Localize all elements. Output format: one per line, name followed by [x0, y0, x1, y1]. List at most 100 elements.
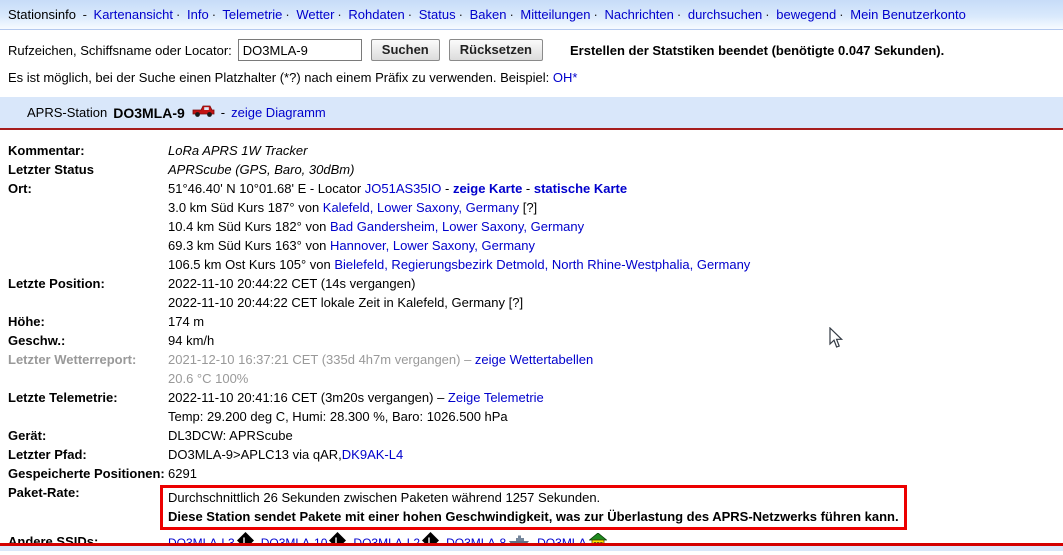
show-graphs-link[interactable]: zeige Diagramm: [231, 105, 326, 120]
nav-dot: ·: [506, 7, 516, 22]
distance-suffix: [?]: [519, 200, 537, 215]
paket-rate-label: Paket-Rate:: [8, 483, 168, 532]
telemetrie-values: Temp: 29.200 deg C, Humi: 28.300 %, Baro…: [168, 407, 1063, 426]
ort-coords: 51°46.40' N 10°01.68' E - Locator: [168, 181, 365, 196]
nav-dot: ·: [405, 7, 415, 22]
nav-dot: ·: [762, 7, 772, 22]
letzte-position-label: Letzte Position:: [8, 274, 168, 312]
ort-distance-line: 69.3 km Süd Kurs 163° von Hannover, Lowe…: [168, 236, 1063, 255]
ort-distance-line: 10.4 km Süd Kurs 182° von Bad Gandershei…: [168, 217, 1063, 236]
statistics-status-message: Erstellen der Statstiken beendet (benöti…: [570, 43, 944, 58]
nav-dot: ·: [456, 7, 466, 22]
wetterreport-label: Letzter Wetterreport:: [8, 350, 168, 388]
hoehe-value: 174 m: [168, 312, 1063, 331]
wetterreport-time: 2021-12-10 16:37:21 CET (335d 4h7m verga…: [168, 352, 475, 367]
packet-rate-text: Durchschnittlich 26 Sekunden zwischen Pa…: [168, 488, 899, 507]
nav-dot: ·: [282, 7, 292, 22]
search-button[interactable]: Suchen: [371, 39, 440, 61]
detail-row-paket-rate: Paket-Rate: Durchschnittlich 26 Sekunden…: [8, 483, 1063, 532]
wetterreport-values: 20.6 °C 100%: [168, 369, 1063, 388]
nav-item-telemetrie[interactable]: Telemetrie: [222, 7, 282, 22]
red-car-icon: [191, 104, 215, 121]
show-weather-tables-link[interactable]: zeige Wettertabellen: [475, 352, 593, 367]
search-bar: Rufzeichen, Schiffsname oder Locator: Su…: [8, 39, 1063, 61]
nav-item-kartenansicht[interactable]: Kartenansicht: [94, 7, 174, 22]
station-header-dash: -: [221, 105, 225, 120]
place-link-bielefeld[interactable]: Bielefeld, Regierungsbezirk Detmold, Nor…: [334, 257, 750, 272]
nav-item-bewegend[interactable]: bewegend: [776, 7, 836, 22]
nav-dot: ·: [209, 7, 219, 22]
search-hint: Es ist möglich, bei der Suche einen Plat…: [8, 70, 1063, 85]
nav-dot: ·: [674, 7, 684, 22]
positionen-value: 6291: [168, 464, 1063, 483]
digipeater-link[interactable]: DK9AK-L4: [342, 447, 403, 462]
search-input[interactable]: [238, 39, 362, 61]
position-local-time: 2022-11-10 20:44:22 CET lokale Zeit in K…: [168, 293, 1063, 312]
nav-item-nachrichten[interactable]: Nachrichten: [605, 7, 674, 22]
nav-item-status[interactable]: Status: [419, 7, 456, 22]
station-callsign: DO3MLA-9: [113, 105, 185, 121]
nav-dot: ·: [173, 7, 183, 22]
nav-item-mitteilungen[interactable]: Mitteilungen: [520, 7, 590, 22]
show-map-link[interactable]: zeige Karte: [453, 181, 522, 196]
detail-row-pfad: Letzter Pfad: DO3MLA-9>APLC13 via qAR,DK…: [8, 445, 1063, 464]
top-nav: Stationsinfo - Kartenansicht· Info· Tele…: [0, 0, 1063, 30]
distance-text: 3.0 km Süd Kurs 187° von: [168, 200, 323, 215]
distance-text: 10.4 km Süd Kurs 182° von: [168, 219, 330, 234]
station-header-prefix: APRS-Station: [27, 105, 107, 120]
nav-item-mein-benutzerkonto[interactable]: Mein Benutzerkonto: [850, 7, 966, 22]
telemetrie-time-line: 2022-11-10 20:41:16 CET (3m20s vergangen…: [168, 388, 1063, 407]
ort-distance-line: 106.5 km Ost Kurs 105° von Bielefeld, Re…: [168, 255, 1063, 274]
station-header-band: APRS-Station DO3MLA-9 - zeige Diagramm: [0, 97, 1063, 130]
detail-row-wetterreport: Letzter Wetterreport: 2021-12-10 16:37:2…: [8, 350, 1063, 388]
show-telemetry-link[interactable]: Zeige Telemetrie: [448, 390, 544, 405]
position-time: 2022-11-10 20:44:22 CET (14s vergangen): [168, 274, 1063, 293]
nav-item-info[interactable]: Info: [187, 7, 209, 22]
nav-current-page: Stationsinfo: [8, 7, 76, 22]
detail-row-telemetrie: Letzte Telemetrie: 2022-11-10 20:41:16 C…: [8, 388, 1063, 426]
place-link-bad-gandersheim[interactable]: Bad Gandersheim, Lower Saxony, Germany: [330, 219, 584, 234]
geschw-label: Geschw.:: [8, 331, 168, 350]
ort-sep2: -: [522, 181, 534, 196]
packet-rate-warning-text: Diese Station sendet Pakete mit einer ho…: [168, 507, 899, 526]
static-map-link[interactable]: statische Karte: [534, 181, 627, 196]
kommentar-value: LoRa APRS 1W Tracker: [168, 141, 1063, 160]
detail-row-geschw: Geschw.: 94 km/h: [8, 331, 1063, 350]
geraet-label: Gerät:: [8, 426, 168, 445]
ort-coords-line: 51°46.40' N 10°01.68' E - Locator JO51AS…: [168, 179, 1063, 198]
geschw-value: 94 km/h: [168, 331, 1063, 350]
ort-sep1: -: [441, 181, 453, 196]
pfad-label: Letzter Pfad:: [8, 445, 168, 464]
nav-dot: ·: [334, 7, 344, 22]
hint-example-link[interactable]: OH*: [553, 70, 578, 85]
nav-dot: ·: [836, 7, 846, 22]
reset-button[interactable]: Rücksetzen: [449, 39, 543, 61]
distance-text: 69.3 km Süd Kurs 163° von: [168, 238, 330, 253]
nav-item-durchsuchen[interactable]: durchsuchen: [688, 7, 762, 22]
hoehe-label: Höhe:: [8, 312, 168, 331]
search-hint-text: Es ist möglich, bei der Suche einen Plat…: [8, 70, 553, 85]
letzter-status-value: APRScube (GPS, Baro, 30dBm): [168, 160, 1063, 179]
detail-row-letzte-position: Letzte Position: 2022-11-10 20:44:22 CET…: [8, 274, 1063, 312]
ort-label: Ort:: [8, 179, 168, 274]
mouse-cursor: [829, 327, 845, 352]
distance-text: 106.5 km Ost Kurs 105° von: [168, 257, 334, 272]
nav-item-baken[interactable]: Baken: [470, 7, 507, 22]
nav-item-rohdaten[interactable]: Rohdaten: [348, 7, 404, 22]
place-link-hannover[interactable]: Hannover, Lower Saxony, Germany: [330, 238, 535, 253]
letzter-status-label: Letzter Status: [8, 160, 168, 179]
telemetrie-time: 2022-11-10 20:41:16 CET (3m20s vergangen…: [168, 390, 448, 405]
locator-link[interactable]: JO51AS35IO: [365, 181, 442, 196]
place-link-kalefeld[interactable]: Kalefeld, Lower Saxony, Germany: [323, 200, 519, 215]
detail-row-positionen: Gespeicherte Positionen: 6291: [8, 464, 1063, 483]
search-label: Rufzeichen, Schiffsname oder Locator:: [8, 43, 232, 58]
station-details: Kommentar: LoRa APRS 1W Tracker Letzter …: [8, 141, 1063, 555]
packet-rate-warning-box: Durchschnittlich 26 Sekunden zwischen Pa…: [160, 485, 907, 530]
nav-dot: ·: [591, 7, 601, 22]
kommentar-label: Kommentar:: [8, 141, 168, 160]
nav-item-wetter[interactable]: Wetter: [296, 7, 334, 22]
next-section-band: [0, 543, 1063, 551]
detail-row-kommentar: Kommentar: LoRa APRS 1W Tracker: [8, 141, 1063, 160]
telemetrie-label: Letzte Telemetrie:: [8, 388, 168, 426]
wetterreport-time-line: 2021-12-10 16:37:21 CET (335d 4h7m verga…: [168, 350, 1063, 369]
